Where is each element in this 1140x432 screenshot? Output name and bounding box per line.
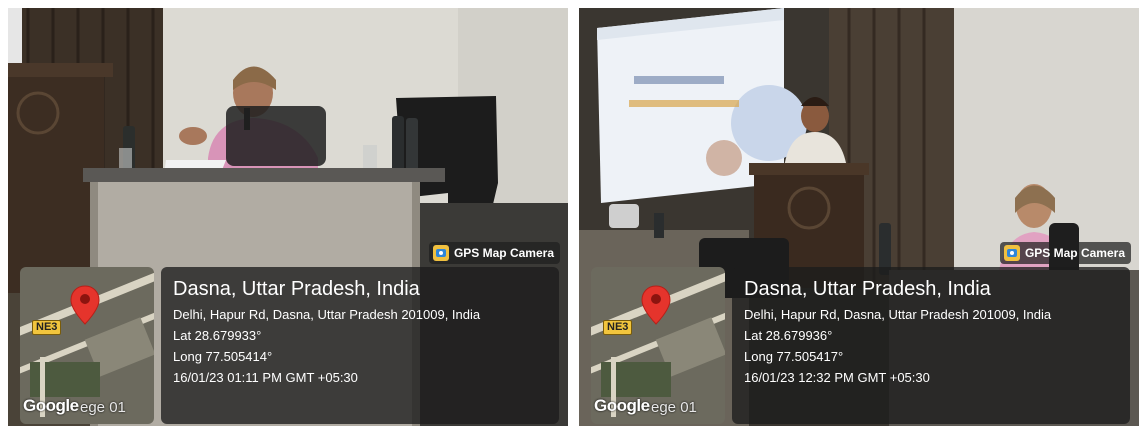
map-underlay-text: ege 01 xyxy=(651,399,697,416)
location-timestamp: 16/01/23 01:11 PM GMT +05:30 xyxy=(173,370,358,385)
location-latitude: Lat 28.679933° xyxy=(173,328,262,343)
map-thumbnail: NE3 ege 01 Google xyxy=(591,267,725,424)
location-timestamp: 16/01/23 12:32 PM GMT +05:30 xyxy=(744,370,930,385)
google-logo: Google xyxy=(23,396,79,415)
map-pin-icon xyxy=(70,285,100,325)
google-logo: Google xyxy=(594,396,650,415)
location-info-panel: Dasna, Uttar Pradesh, India Delhi, Hapur… xyxy=(732,267,1130,424)
map-pin-icon xyxy=(641,285,671,325)
location-title: Dasna, Uttar Pradesh, India xyxy=(744,278,991,300)
gps-map-camera-label: GPS Map Camera xyxy=(453,246,554,260)
location-info-panel: Dasna, Uttar Pradesh, India Delhi, Hapur… xyxy=(161,267,559,424)
road-label: NE3 xyxy=(603,320,633,335)
map-underlay-text: ege 01 xyxy=(80,399,126,416)
location-address: Delhi, Hapur Rd, Dasna, Uttar Pradesh 20… xyxy=(744,307,1052,322)
location-title: Dasna, Uttar Pradesh, India xyxy=(173,278,420,300)
gps-map-camera-icon xyxy=(432,245,449,261)
location-longitude: Long 77.505414° xyxy=(173,349,273,364)
location-address: Delhi, Hapur Rd, Dasna, Uttar Pradesh 20… xyxy=(173,307,481,322)
gps-map-camera-label: GPS Map Camera xyxy=(1024,246,1125,260)
map-thumbnail: NE3 ege 01 Google xyxy=(20,267,154,424)
gps-map-camera-badge: GPS Map Camera xyxy=(428,242,560,264)
gps-map-camera-icon xyxy=(1003,245,1020,261)
photo-left: GPS Map Camera NE3 ege 01 Google Dasna, … xyxy=(8,8,568,426)
road-label: NE3 xyxy=(32,320,62,335)
location-latitude: Lat 28.679936° xyxy=(744,328,833,343)
location-longitude: Long 77.505417° xyxy=(744,349,844,364)
gps-map-camera-badge: GPS Map Camera xyxy=(999,242,1131,264)
photo-right: GPS Map Camera NE3 ege 01 Google Dasna, … xyxy=(579,8,1139,426)
